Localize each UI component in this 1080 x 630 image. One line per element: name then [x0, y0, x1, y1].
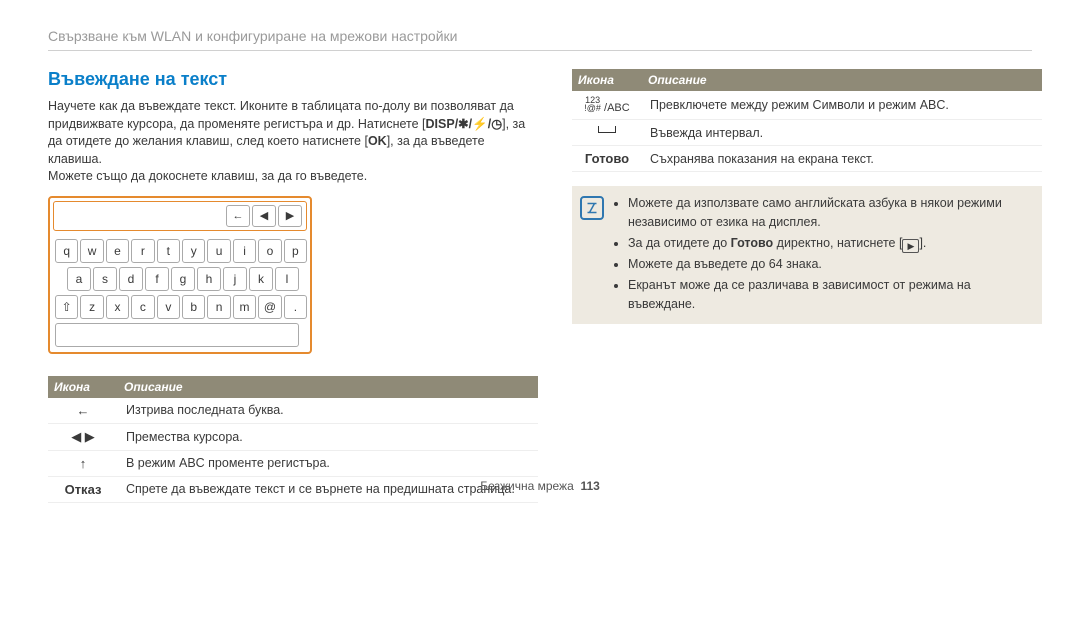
disp-button-label: DISP/✱/⚡/◷: [426, 117, 503, 131]
table-row: ↑ В режим ABC променте регистъра.: [48, 451, 538, 477]
note-item: Можете да въведете до 64 знака.: [628, 255, 1032, 274]
footer-section: Безжична мрежа: [480, 479, 574, 493]
note-item: За да отидете до Готово директно, натисн…: [628, 234, 1032, 254]
sym-top: 123!@#: [584, 96, 601, 112]
key-b[interactable]: b: [182, 295, 205, 319]
table-row: 123!@# /ABC Превключете между режим Симв…: [572, 91, 1042, 120]
header-desc: Описание: [118, 376, 538, 398]
key-p[interactable]: p: [284, 239, 307, 263]
key-h[interactable]: h: [197, 267, 221, 291]
key-m[interactable]: m: [233, 295, 256, 319]
ok-button-label: OK: [368, 134, 387, 148]
intro-line-2c: ], за: [502, 117, 525, 131]
intro-line-4: Можете също да докоснете клавиш, за да г…: [48, 169, 367, 183]
space-symbol: [598, 126, 616, 133]
divider: [48, 50, 1032, 51]
key-t[interactable]: t: [157, 239, 180, 263]
key-j[interactable]: j: [223, 267, 247, 291]
move-arrows-icon: ◀ ▶: [48, 424, 118, 450]
abc-text: ABC: [607, 102, 630, 114]
key-k[interactable]: k: [249, 267, 273, 291]
key-c[interactable]: c: [131, 295, 154, 319]
key-l[interactable]: l: [275, 267, 299, 291]
table-row: ◀ ▶ Премества курсора.: [48, 424, 538, 451]
key-at[interactable]: @: [258, 295, 281, 319]
column-right: Икона Описание 123!@# /ABC Превключете м…: [572, 69, 1042, 503]
note-done-bold: Готово: [731, 236, 774, 250]
breadcrumb: Свързване към WLAN и конфигуриране на мр…: [48, 28, 1032, 44]
note-list: Можете да използвате само английската аз…: [614, 194, 1032, 316]
key-q[interactable]: q: [55, 239, 78, 263]
backspace-key[interactable]: ←: [226, 205, 250, 227]
table-row: Готово Съхранява показания на екрана тек…: [572, 146, 1042, 172]
table-desc: Въвежда интервал.: [642, 121, 1042, 145]
keyboard-row-1: q w e r t y u i o p: [53, 239, 307, 263]
symbols-abc-icon: 123!@# /ABC: [572, 91, 642, 119]
key-a[interactable]: a: [67, 267, 91, 291]
table-desc: В режим ABC променте регистъра.: [118, 451, 538, 475]
intro-paragraph: Научете как да въвеждате текст. Иконите …: [48, 98, 538, 186]
right-arrow-key[interactable]: ▶: [278, 205, 302, 227]
timer-icon: ◷: [491, 117, 502, 131]
disp-text: DISP: [426, 117, 455, 131]
key-v[interactable]: v: [157, 295, 180, 319]
table-desc: Премества курсора.: [118, 425, 538, 449]
intro-line-1: Научете как да въвеждате текст. Иконите …: [48, 99, 514, 113]
key-z[interactable]: z: [80, 295, 103, 319]
keyboard-inner: ← ◀ ▶ q w e r t y u i o p: [53, 201, 307, 347]
flash-icon: ⚡: [472, 117, 488, 131]
header-icon: Икона: [572, 69, 642, 91]
note-item: Можете да използвате само английската аз…: [628, 194, 1032, 232]
key-u[interactable]: u: [207, 239, 230, 263]
column-left: Въвеждане на текст Научете как да въвежд…: [48, 69, 538, 503]
key-i[interactable]: i: [233, 239, 256, 263]
right-icon-table: Икона Описание 123!@# /ABC Превключете м…: [572, 69, 1042, 172]
flower-icon: ✱: [458, 117, 468, 131]
key-d[interactable]: d: [119, 267, 143, 291]
table-desc: Изтрива последната буква.: [118, 398, 538, 422]
intro-line-2a: придвижвате курсора, да променяте регист…: [48, 117, 426, 131]
key-shift[interactable]: ⇧: [55, 295, 78, 319]
key-f[interactable]: f: [145, 267, 169, 291]
note-icon: [580, 196, 604, 220]
key-r[interactable]: r: [131, 239, 154, 263]
table-desc: Превключете между режим Символи и режим …: [642, 93, 1042, 117]
space-icon: [572, 120, 642, 145]
note-item: Екранът може да се различава в зависимос…: [628, 276, 1032, 314]
page-footer: Безжична мрежа 113: [0, 479, 1080, 493]
keyboard-illustration: ← ◀ ▶ q w e r t y u i o p: [48, 196, 312, 354]
note-box: Можете да използвате само английската аз…: [572, 186, 1042, 324]
left-arrow-key[interactable]: ◀: [252, 205, 276, 227]
key-g[interactable]: g: [171, 267, 195, 291]
table-header: Икона Описание: [572, 69, 1042, 91]
key-dot[interactable]: .: [284, 295, 307, 319]
key-e[interactable]: e: [106, 239, 129, 263]
table-header: Икона Описание: [48, 376, 538, 398]
section-title: Въвеждане на текст: [48, 69, 538, 90]
header-desc: Описание: [642, 69, 1042, 91]
page: Свързване към WLAN и конфигуриране на мр…: [0, 0, 1080, 503]
two-columns: Въвеждане на текст Научете как да въвежд…: [48, 69, 1032, 503]
shift-icon: ↑: [48, 451, 118, 476]
keyboard-nav-row: ← ◀ ▶: [53, 201, 307, 231]
table-row: ← Изтрива последната буква.: [48, 398, 538, 424]
header-icon: Икона: [48, 376, 118, 398]
key-s[interactable]: s: [93, 267, 117, 291]
keyboard-row-3: ⇧ z x c v b n m @ .: [53, 295, 307, 319]
play-icon: ▶: [902, 239, 919, 253]
key-n[interactable]: n: [207, 295, 230, 319]
keyboard-row-2: a s d f g h j k l: [53, 267, 307, 291]
key-x[interactable]: x: [106, 295, 129, 319]
key-space[interactable]: [55, 323, 299, 347]
intro-line-3a: да отидете до желания клавиш, след което…: [48, 134, 368, 148]
backspace-icon: ←: [48, 398, 118, 423]
done-label: Готово: [572, 146, 642, 171]
page-number: 113: [580, 479, 599, 493]
table-row: Въвежда интервал.: [572, 120, 1042, 146]
table-desc: Съхранява показания на екрана текст.: [642, 147, 1042, 171]
key-o[interactable]: o: [258, 239, 281, 263]
key-y[interactable]: y: [182, 239, 205, 263]
key-w[interactable]: w: [80, 239, 103, 263]
